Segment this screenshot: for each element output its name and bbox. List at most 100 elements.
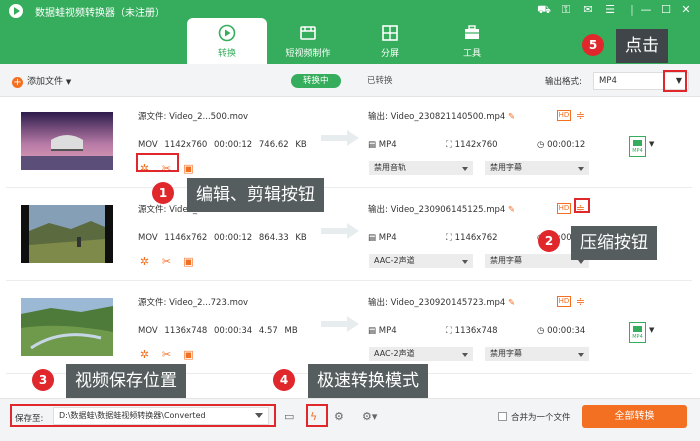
- annotation-callout-5: 点击: [616, 29, 668, 63]
- output-duration-text: 00:00:12: [547, 140, 586, 150]
- edit-icon[interactable]: ✲: [138, 255, 151, 268]
- output-file-name-text: 输出: Video_230920145723.mp4: [368, 298, 506, 308]
- edit-icon[interactable]: ✲: [138, 348, 151, 361]
- tab-tools-label: 工具: [462, 49, 481, 59]
- format-settings-icon[interactable]: MP4: [629, 136, 646, 157]
- edit-tools: ✲ ✂ ▣: [138, 255, 204, 268]
- maximize-icon[interactable]: ☐: [658, 3, 674, 17]
- menu-icon[interactable]: ☰: [602, 3, 618, 17]
- subtitle-edit-icon[interactable]: ▣: [182, 162, 195, 175]
- output-format: ▤ MP4: [368, 233, 397, 243]
- tab-split-screen-label: 分屏: [380, 49, 399, 59]
- subtitle-select[interactable]: 禁用字幕: [485, 347, 589, 361]
- output-duration-text: 00:00:34: [547, 326, 586, 336]
- app-logo-icon: [9, 4, 23, 18]
- settings-icon[interactable]: ⚙▾: [362, 410, 377, 423]
- key-icon[interactable]: ⚿: [558, 3, 574, 17]
- format-settings-icon[interactable]: MP4: [629, 322, 646, 343]
- annotation-badge-2: 2: [538, 230, 560, 252]
- hd-icon[interactable]: HD: [557, 296, 571, 307]
- output-resolution-text: 1142x760: [454, 140, 498, 150]
- folder-icon[interactable]: ▭: [284, 410, 294, 423]
- merge-checkbox[interactable]: 合并为一个文件: [498, 411, 571, 423]
- output-file-name: 输出: Video_230920145723.mp4 ✎: [368, 296, 515, 308]
- arrow-icon: [321, 223, 361, 239]
- scissors-icon[interactable]: ✂: [160, 348, 173, 361]
- subtitle-edit-icon[interactable]: ▣: [182, 255, 195, 268]
- gpu-accel-icon[interactable]: ⚙: [334, 410, 344, 423]
- output-format-text: MP4: [378, 326, 397, 336]
- highlight-format-dropdown: [663, 70, 687, 92]
- output-resolution-text: 1146x762: [454, 233, 498, 243]
- tab-converted[interactable]: 已转换: [355, 74, 405, 88]
- feedback-icon[interactable]: ✉: [580, 3, 596, 17]
- annotation-badge-3: 3: [32, 369, 54, 391]
- source-file-name: 源文件: Video_2...500.mov: [138, 112, 249, 122]
- tab-split-screen[interactable]: 分屏: [350, 18, 430, 64]
- source-meta: MOV 1136x748 00:00:34 4.57 MB: [138, 326, 298, 336]
- cart-icon[interactable]: ⛟: [536, 3, 552, 17]
- source-size: 4.57 MB: [258, 326, 298, 336]
- video-thumbnail[interactable]: [21, 298, 113, 356]
- output-file-name: 输出: Video_230906145125.mp4 ✎: [368, 203, 515, 215]
- output-resolution: ⛶ 1136x748: [446, 326, 498, 336]
- output-file-name-text: 输出: Video_230906145125.mp4: [368, 205, 506, 215]
- source-duration: 00:00:12: [214, 140, 253, 150]
- tab-tools[interactable]: 工具: [432, 18, 512, 64]
- add-file-button[interactable]: + 添加文件 ▼: [12, 74, 71, 88]
- compress-icon[interactable]: ≑: [575, 296, 586, 307]
- rename-icon[interactable]: ✎: [508, 205, 515, 215]
- plus-icon: +: [12, 77, 23, 88]
- video-thumbnail[interactable]: [21, 112, 113, 170]
- audio-track-select[interactable]: AAC-2声道: [369, 347, 473, 361]
- output-format: ▤ MP4: [368, 326, 397, 336]
- highlight-save-path: [10, 404, 276, 427]
- annotation-badge-5: 5: [582, 34, 604, 56]
- minimize-icon[interactable]: —: [638, 3, 654, 17]
- subtitle-select[interactable]: 禁用字幕: [485, 161, 589, 175]
- compress-icon[interactable]: ≑: [575, 110, 586, 121]
- annotation-badge-1: 1: [152, 182, 174, 204]
- scissors-icon[interactable]: ✂: [160, 255, 173, 268]
- audio-track-select[interactable]: 禁用音轨: [369, 161, 473, 175]
- highlight-compress: [574, 198, 590, 213]
- source-duration: 00:00:12: [214, 233, 253, 243]
- output-format-label: 输出格式:: [545, 77, 582, 87]
- annotation-callout-3: 视频保存位置: [66, 364, 186, 398]
- output-format-value: MP4: [599, 76, 617, 86]
- source-size: 864.33 KB: [258, 233, 307, 243]
- convert-icon: [218, 24, 236, 42]
- tab-convert-label: 转换: [217, 49, 236, 59]
- annotation-badge-4: 4: [273, 369, 295, 391]
- file-row: 源文件: Video_2...723.mov MOV 1136x748 00:0…: [6, 284, 692, 374]
- checkbox-icon[interactable]: [498, 412, 507, 421]
- tab-short-video[interactable]: 短视频制作: [268, 18, 348, 64]
- source-duration: 00:00:34: [214, 326, 253, 336]
- rename-icon[interactable]: ✎: [508, 298, 515, 308]
- video-thumbnail[interactable]: [21, 205, 113, 263]
- chevron-down-icon: ▼: [65, 78, 72, 86]
- toolbox-icon: [465, 25, 479, 39]
- app-title: 数据蛙视频转换器（未注册）: [35, 8, 165, 19]
- highlight-fast-convert: [306, 404, 328, 427]
- output-resolution: ⛶ 1142x760: [446, 140, 498, 150]
- subtitle-edit-icon[interactable]: ▣: [182, 348, 195, 361]
- source-resolution: 1146x762: [164, 233, 208, 243]
- hd-icon[interactable]: HD: [557, 110, 571, 121]
- chevron-down-icon[interactable]: ▼: [649, 140, 654, 148]
- close-icon[interactable]: ✕: [678, 3, 694, 17]
- source-format: MOV: [138, 233, 158, 243]
- annotation-callout-4: 极速转换模式: [308, 364, 428, 398]
- convert-all-button[interactable]: 全部转换: [582, 405, 687, 428]
- source-format: MOV: [138, 140, 158, 150]
- output-file-name: 输出: Video_230821140500.mp4 ✎: [368, 110, 515, 122]
- output-duration: ◷ 00:00:34: [537, 326, 586, 336]
- hd-icon[interactable]: HD: [557, 203, 571, 214]
- source-meta: MOV 1142x760 00:00:12 746.62 KB: [138, 140, 307, 150]
- chevron-down-icon[interactable]: ▼: [649, 326, 654, 334]
- audio-track-select[interactable]: AAC-2声道: [369, 254, 473, 268]
- tab-convert[interactable]: 转换: [187, 18, 267, 64]
- tab-short-video-label: 短视频制作: [285, 49, 331, 59]
- rename-icon[interactable]: ✎: [508, 112, 515, 122]
- tab-converting[interactable]: 转换中: [291, 74, 341, 88]
